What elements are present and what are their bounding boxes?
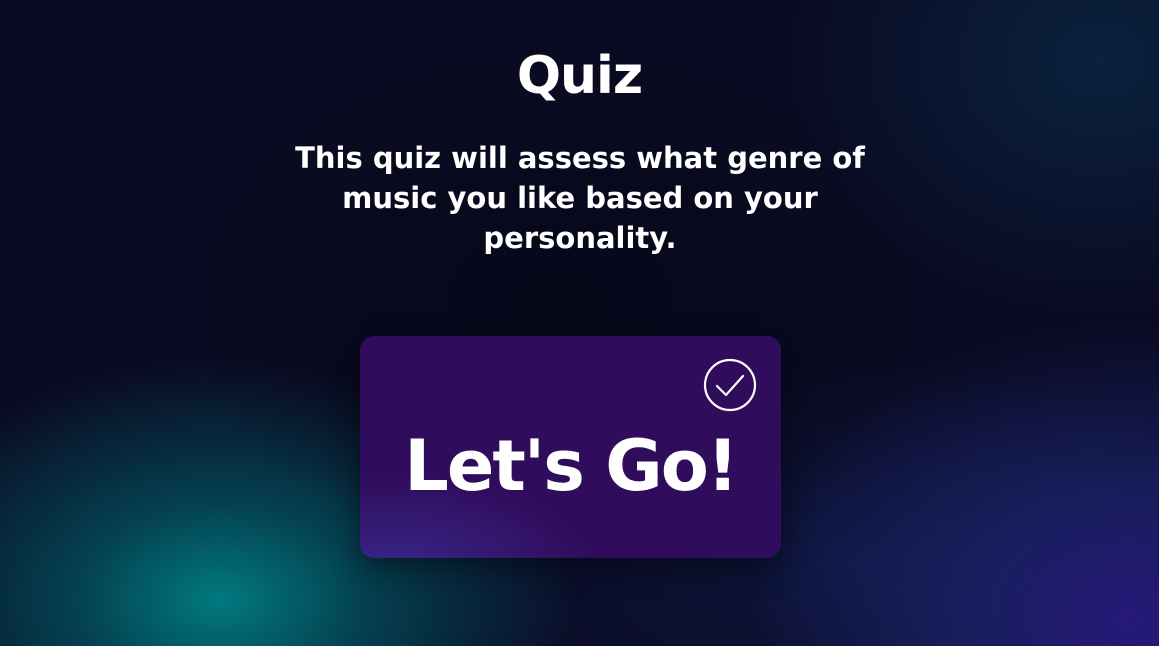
- page-title: Quiz: [516, 46, 643, 106]
- quiz-description: This quiz will assess what genre of musi…: [295, 141, 865, 255]
- quiz-intro-page: Quiz This quiz will assess what genre of…: [0, 0, 1159, 646]
- start-quiz-button[interactable]: Let's Go!: [360, 336, 781, 558]
- start-quiz-label: Let's Go!: [404, 425, 738, 507]
- check-circle-icon: [703, 358, 757, 412]
